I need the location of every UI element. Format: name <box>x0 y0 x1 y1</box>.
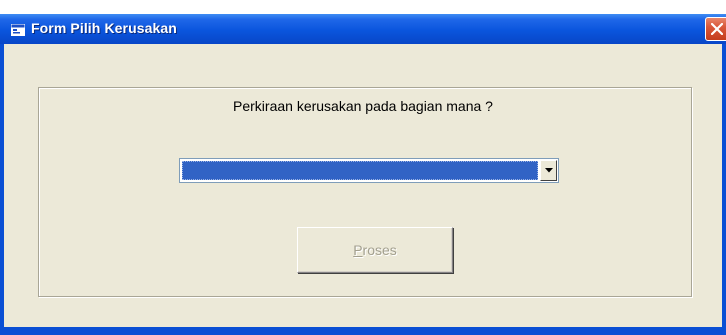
combobox-selected-value[interactable] <box>182 161 538 180</box>
window-title: Form Pilih Kerusakan <box>31 20 177 36</box>
proses-label: roses <box>362 242 397 258</box>
question-label: Perkiraan kerusakan pada bagian mana ? <box>233 98 493 114</box>
client-area: Perkiraan kerusakan pada bagian mana ? P… <box>4 44 722 327</box>
title-bar[interactable]: Form Pilih Kerusakan <box>0 14 726 44</box>
form-window-icon[interactable] <box>11 23 25 36</box>
proses-button[interactable]: Proses <box>297 227 453 273</box>
form-window: Form Pilih Kerusakan Perkiraan kerusakan… <box>0 0 726 335</box>
proses-accelerator: P <box>353 242 363 258</box>
combobox-dropdown-button[interactable] <box>540 160 557 181</box>
close-button[interactable] <box>705 17 726 41</box>
damage-part-combobox[interactable] <box>179 158 559 183</box>
desktop-strip <box>0 0 726 14</box>
